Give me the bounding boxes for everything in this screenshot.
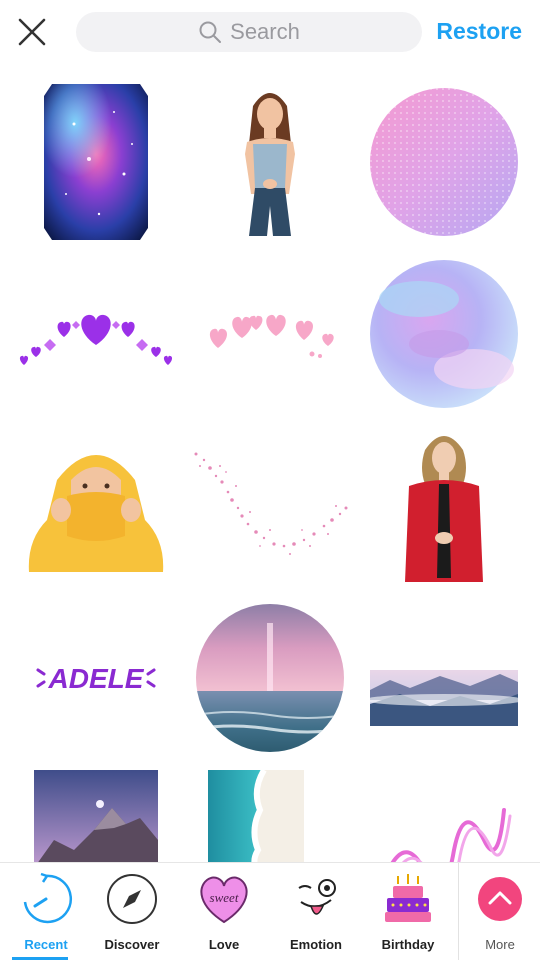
tab-label: Emotion <box>290 937 342 952</box>
tab-recent[interactable]: Recent <box>0 863 92 960</box>
adele-text-label: ADELE <box>48 663 145 694</box>
svg-text:sweet: sweet <box>210 890 239 905</box>
top-bar: Search Restore <box>0 0 540 62</box>
yellow-hoodie-sticker[interactable] <box>6 420 186 592</box>
tab-label: Discover <box>104 937 160 952</box>
restore-button[interactable]: Restore <box>436 18 522 45</box>
search-input[interactable]: Search <box>76 12 422 52</box>
pink-ocean-sunset-sticker[interactable] <box>180 592 360 764</box>
adele-text-sticker[interactable]: ADELE <box>6 592 186 764</box>
tab-love[interactable]: sweet Love <box>178 863 270 960</box>
tab-label: Recent <box>24 937 68 952</box>
chevron-up-icon <box>478 877 522 921</box>
pink-swirl-sticker[interactable] <box>354 764 534 862</box>
tab-label: More <box>485 937 515 952</box>
purple-hearts-crown-sticker[interactable] <box>6 248 186 420</box>
tab-emotion[interactable]: Emotion <box>270 863 362 960</box>
pink-sparkles-sticker[interactable] <box>180 420 360 592</box>
compass-icon <box>107 874 157 924</box>
birthday-cake-icon <box>385 874 431 922</box>
galaxy-sticker[interactable] <box>6 76 186 248</box>
close-button[interactable] <box>14 14 50 50</box>
pastel-cloud-circle-sticker[interactable] <box>354 248 534 420</box>
moon-mountain-sticker[interactable] <box>6 764 186 862</box>
tab-birthday[interactable]: Birthday <box>362 863 454 960</box>
ocean-wave-sticker[interactable] <box>180 764 360 862</box>
sticker-grid: ADELE <box>0 62 540 862</box>
category-tab-bar: Recent Discover sweet Love Emotion Birth… <box>0 862 540 960</box>
recent-icon <box>23 872 72 924</box>
search-placeholder: Search <box>230 19 300 44</box>
pink-glitter-circle-sticker[interactable] <box>354 76 534 248</box>
sweet-heart-icon: sweet <box>200 876 248 924</box>
pink-hearts-crown-sticker[interactable] <box>180 248 360 420</box>
tab-label: Birthday <box>381 937 435 952</box>
adele-sticker[interactable] <box>354 420 534 592</box>
misty-mountains-sticker[interactable] <box>354 592 534 764</box>
close-icon <box>18 18 46 46</box>
tab-label: Love <box>208 937 240 952</box>
girl-sticker[interactable] <box>180 76 360 248</box>
tab-discover[interactable]: Discover <box>86 863 178 960</box>
emotion-face-icon <box>298 879 336 915</box>
tab-more[interactable]: More <box>454 863 540 960</box>
search-icon <box>199 21 222 43</box>
